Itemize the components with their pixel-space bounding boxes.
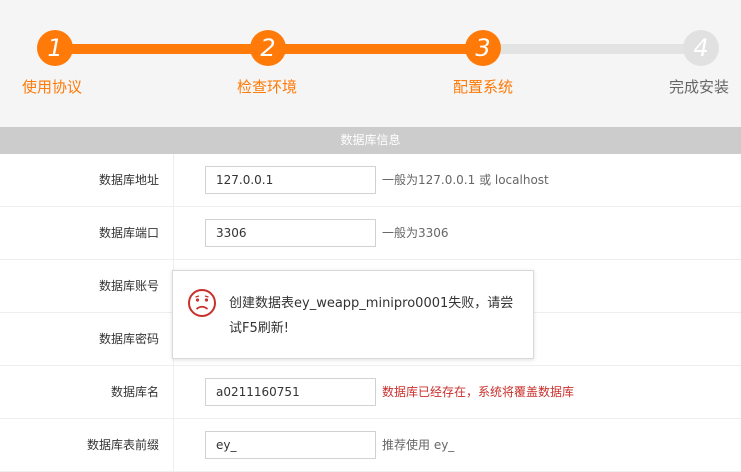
step-2-label: 检查环境 [237,78,298,96]
db-host-hint: 一般为127.0.0.1 或 localhost [382,173,549,187]
section-title: 数据库信息 [0,127,741,154]
db-prefix-label: 数据库表前缀 [86,438,159,452]
step-3-label: 配置系统 [453,78,514,96]
step-3-circle: 3 [465,30,501,66]
row-db-port: 数据库端口 3306 一般为3306 [0,207,741,260]
row-db-host: 数据库地址 127.0.0.1 一般为127.0.0.1 或 localhost [0,154,741,207]
db-host-label: 数据库地址 [98,173,159,187]
db-port-hint: 一般为3306 [382,226,449,240]
toast-message: 创建数据表ey_weapp_minipro0001失败，请尝试F5刷新! [229,296,514,336]
db-prefix-hint: 推荐使用 ey_ [382,438,455,452]
db-name-label: 数据库名 [110,385,159,399]
sad-face-icon [188,289,216,317]
db-name-input[interactable]: a0211160751 [205,378,376,406]
db-user-label: 数据库账号 [98,279,159,293]
db-port-input[interactable]: 3306 [205,219,376,247]
step-4-label: 完成安装 [669,78,730,96]
progress-track-remaining [483,44,701,54]
step-1-circle: 1 [37,30,73,66]
step-4-circle: 4 [683,30,719,66]
db-password-label: 数据库密码 [98,332,159,346]
install-steps: 1 2 3 4 使用协议 检查环境 配置系统 完成安装 [0,0,741,127]
row-db-name: 数据库名 a0211160751 数据库已经存在，系统将覆盖数据库 [0,366,741,419]
error-toast: 创建数据表ey_weapp_minipro0001失败，请尝试F5刷新! [172,270,534,359]
step-2-circle: 2 [250,30,286,66]
db-port-label: 数据库端口 [98,226,159,240]
db-name-warning: 数据库已经存在，系统将覆盖数据库 [382,385,575,399]
db-host-input[interactable]: 127.0.0.1 [205,166,376,194]
db-prefix-input[interactable]: ey_ [205,431,376,459]
step-1-label: 使用协议 [22,78,83,96]
row-db-prefix: 数据库表前缀 ey_ 推荐使用 ey_ [0,419,741,472]
